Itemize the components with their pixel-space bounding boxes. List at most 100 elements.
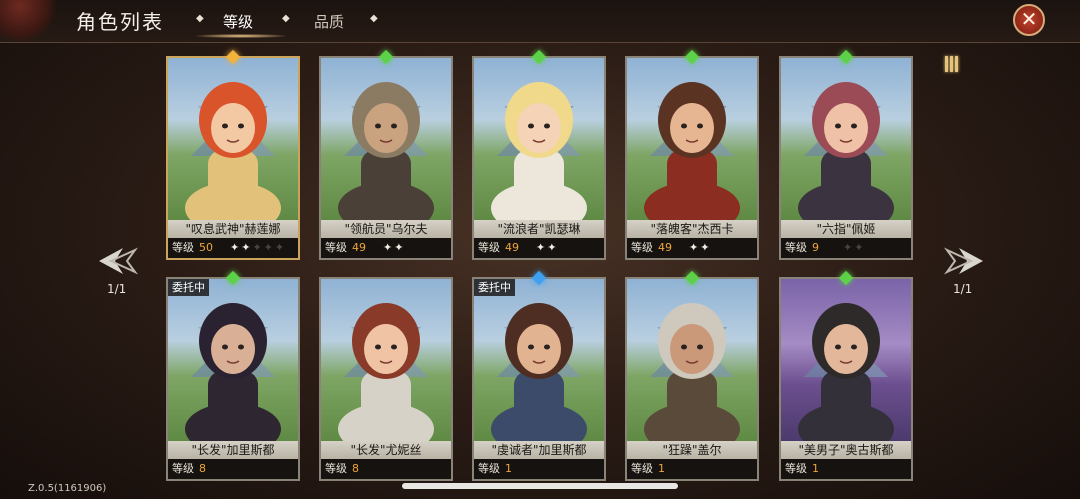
- page-indicator: 1/1: [953, 282, 973, 296]
- level-row: 等级 1: [474, 459, 604, 479]
- page-title: 角色列表: [76, 10, 164, 34]
- character-portrait: [168, 58, 298, 220]
- character-name: "叹息武神"赫莲娜: [168, 220, 298, 238]
- version-label: Z.0.5(1161906): [28, 483, 107, 494]
- star-rating: ✦✦: [536, 238, 558, 258]
- level-label: 等级: [785, 462, 807, 475]
- character-portrait: [474, 58, 604, 220]
- level-row: 等级 49 ✦✦: [474, 238, 604, 258]
- star-icon: ✦: [383, 241, 395, 254]
- character-name: "狂躁"盖尔: [627, 441, 757, 459]
- home-indicator: [402, 483, 678, 489]
- level-row: 等级 8: [168, 459, 298, 479]
- star-rating: ✦✦: [689, 238, 711, 258]
- character-figure: [338, 82, 434, 220]
- level-label: 等级: [325, 241, 347, 254]
- star-icon: ✦: [843, 241, 855, 254]
- level-value: 1: [658, 462, 665, 475]
- level-value: 49: [352, 241, 366, 254]
- level-value: 8: [199, 462, 206, 475]
- arrow-left-icon: [99, 247, 139, 275]
- level-label: 等级: [478, 462, 500, 475]
- level-label: 等级: [631, 241, 653, 254]
- prev-page-button[interactable]: [97, 240, 139, 282]
- star-icon: ✦: [274, 241, 287, 254]
- character-card[interactable]: "狂躁"盖尔等级 1: [625, 277, 759, 481]
- character-portrait: [321, 279, 451, 441]
- character-card[interactable]: "长发"尤妮丝等级 8: [319, 277, 453, 481]
- level-row: 等级 9 ✦✦: [781, 238, 911, 258]
- filter-button[interactable]: [936, 52, 966, 80]
- character-portrait: [627, 279, 757, 441]
- status-tag: 委托中: [474, 279, 515, 296]
- star-icon: ✦: [700, 241, 712, 254]
- character-portrait: 委托中: [474, 279, 604, 441]
- character-card[interactable]: 委托中 "长发"加里斯都等级 8: [166, 277, 300, 481]
- close-button[interactable]: ✕: [1013, 4, 1045, 36]
- star-icon: ✦: [536, 241, 548, 254]
- level-value: 8: [352, 462, 359, 475]
- tab-quality[interactable]: 品质: [314, 11, 344, 32]
- level-row: 等级 49 ✦✦: [627, 238, 757, 258]
- star-icon: ✦: [230, 241, 242, 254]
- level-label: 等级: [478, 241, 500, 254]
- level-value: 9: [812, 241, 819, 254]
- character-portrait: [781, 279, 911, 441]
- character-card[interactable]: "流浪者"凯瑟琳等级 49 ✦✦: [472, 56, 606, 260]
- character-figure: [185, 82, 281, 220]
- character-figure: [338, 303, 434, 441]
- character-figure: [491, 303, 587, 441]
- page-indicator: 1/1: [107, 282, 127, 296]
- tab-dot-icon: ◆: [282, 13, 290, 24]
- character-card[interactable]: "美男子"奥古斯都 等级 1: [779, 277, 913, 481]
- level-value: 1: [505, 462, 512, 475]
- star-icon: ✦: [854, 241, 866, 254]
- character-card[interactable]: "叹息武神"赫莲娜等级 50 ✦✦✦✦✦: [166, 56, 300, 260]
- tab-dot-icon: ◆: [370, 13, 378, 24]
- character-figure: [798, 303, 894, 441]
- star-icon: ✦: [241, 241, 253, 254]
- level-label: 等级: [631, 462, 653, 475]
- star-icon: ✦: [252, 241, 264, 254]
- character-name: "虔诚者"加里斯都: [474, 441, 604, 459]
- star-rating: ✦✦✦✦✦: [230, 238, 286, 258]
- next-page-button[interactable]: [943, 240, 985, 282]
- character-card[interactable]: 委托中 "虔诚者"加里斯都等级 1: [472, 277, 606, 481]
- active-tab-indicator: [196, 34, 286, 38]
- tab-dot-icon: ◆: [196, 13, 204, 24]
- character-figure: [644, 303, 740, 441]
- character-figure: [798, 82, 894, 220]
- character-name: "长发"加里斯都: [168, 441, 298, 459]
- level-row: 等级 49 ✦✦: [321, 238, 451, 258]
- level-label: 等级: [172, 462, 194, 475]
- level-label: 等级: [172, 241, 194, 254]
- level-value: 50: [199, 241, 213, 254]
- character-figure: [185, 303, 281, 441]
- level-row: 等级 50 ✦✦✦✦✦: [168, 238, 298, 258]
- character-portrait: [627, 58, 757, 220]
- corner-emblem-icon: [0, 0, 58, 42]
- character-name: "长发"尤妮丝: [321, 441, 451, 459]
- character-name: "落魄客"杰西卡: [627, 220, 757, 238]
- character-card[interactable]: "落魄客"杰西卡等级 49 ✦✦: [625, 56, 759, 260]
- status-tag: 委托中: [168, 279, 209, 296]
- star-icon: ✦: [394, 241, 406, 254]
- character-card[interactable]: "领航员"乌尔夫等级 49 ✦✦: [319, 56, 453, 260]
- character-name: "美男子"奥古斯都: [781, 441, 911, 459]
- character-portrait: 委托中: [168, 279, 298, 441]
- character-figure: [644, 82, 740, 220]
- character-name: "流浪者"凯瑟琳: [474, 220, 604, 238]
- character-name: "领航员"乌尔夫: [321, 220, 451, 238]
- character-portrait: [321, 58, 451, 220]
- tab-level[interactable]: 等级: [223, 11, 253, 32]
- level-value: 49: [658, 241, 672, 254]
- star-rating: ✦✦: [383, 238, 405, 258]
- level-label: 等级: [785, 241, 807, 254]
- star-rating: ✦✦: [843, 238, 865, 258]
- level-label: 等级: [325, 462, 347, 475]
- star-icon: ✦: [689, 241, 701, 254]
- top-bar: 角色列表 ◆ 等级 ◆ 品质 ◆ ✕: [0, 0, 1080, 43]
- star-icon: ✦: [547, 241, 559, 254]
- character-card[interactable]: "六指"佩姬 等级 9 ✦✦: [779, 56, 913, 260]
- level-value: 49: [505, 241, 519, 254]
